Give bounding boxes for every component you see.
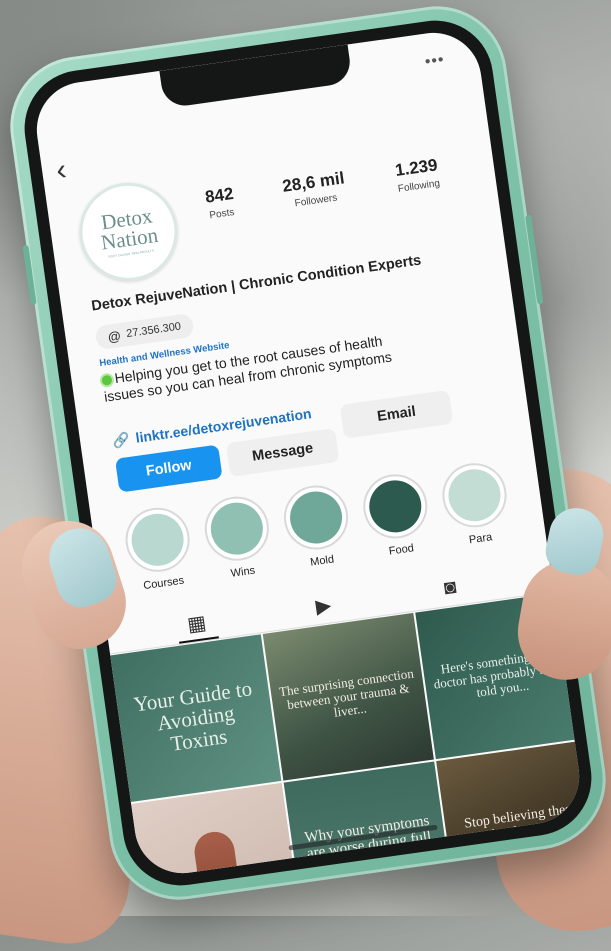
more-dots-icon[interactable]: ••• [424, 51, 446, 72]
followers-stat[interactable]: 28,6 mil Followers [267, 166, 361, 212]
post-tile[interactable]: Your Guide to Avoiding Toxins [110, 634, 282, 803]
highlight-courses[interactable]: Courses [117, 503, 202, 595]
highlight-label: Food [388, 542, 415, 558]
highlight-cover [207, 499, 267, 559]
microbe-emoji-icon [101, 374, 113, 386]
post-caption: The surprising connection between your t… [278, 665, 415, 720]
highlight-cover [128, 510, 187, 570]
highlight-label: Para [468, 531, 493, 547]
highlight-label: Wins [230, 564, 256, 580]
avatar[interactable]: Detox Nation ROOT CAUSES. REAL RESULTS. [73, 176, 184, 288]
post-caption: Your Guide to Avoiding Toxins [132, 676, 254, 756]
highlight-cover [445, 465, 504, 525]
highlight-label: Mold [309, 553, 335, 569]
follow-button[interactable]: Follow [114, 444, 223, 493]
chevron-left-icon[interactable]: ‹ [54, 153, 68, 187]
posts-stat[interactable]: 842 Posts [188, 182, 252, 224]
highlight-mold[interactable]: Mold [275, 481, 360, 573]
highlight-cover [365, 477, 425, 536]
highlight-wins[interactable]: Wins [196, 492, 281, 584]
threads-badge[interactable]: @ 27.356.300 [94, 312, 195, 351]
following-stat[interactable]: 1.239 Following [370, 152, 464, 198]
highlight-food[interactable]: Food [354, 470, 439, 562]
highlight-label: Courses [142, 574, 185, 593]
reels-icon[interactable]: ▶ [301, 587, 345, 624]
post-tile[interactable]: The surprising connection between your t… [262, 612, 434, 781]
threads-handle: 27.356.300 [125, 320, 182, 341]
email-button[interactable]: Email [339, 389, 454, 439]
tagged-icon[interactable]: ◙ [428, 569, 472, 606]
link-icon: 🔗 [111, 430, 131, 450]
bio-text: Helping you get to the root causes of he… [103, 332, 393, 405]
threads-icon: @ [106, 327, 122, 345]
highlight-cover [286, 488, 346, 547]
grid-icon[interactable]: ▦ [174, 604, 219, 644]
message-button[interactable]: Message [225, 428, 340, 478]
highlight-para[interactable]: Para [433, 458, 518, 550]
